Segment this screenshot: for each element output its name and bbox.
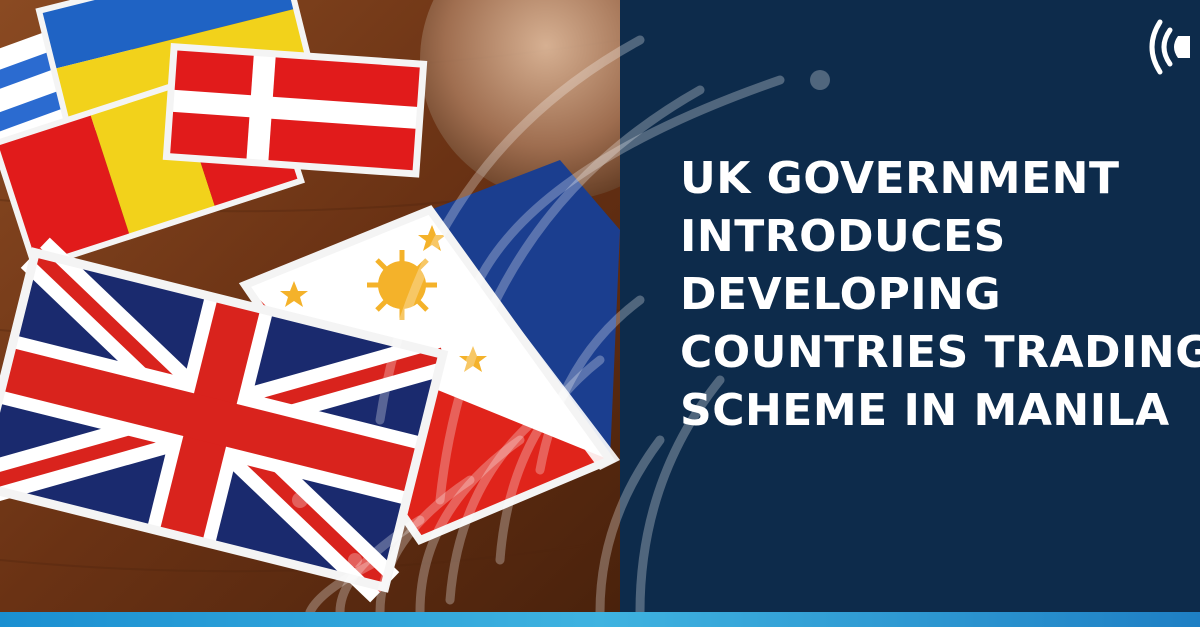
radio-waves-icon xyxy=(1149,19,1190,75)
headline-line-1: UK GOVERNMENT xyxy=(680,153,1120,204)
photo-illustration xyxy=(0,0,620,612)
headline-panel: UK GOVERNMENT INTRODUCES DEVELOPING COUN… xyxy=(620,0,1200,612)
headline-line-3: DEVELOPING xyxy=(680,269,1002,320)
accent-bar xyxy=(0,612,1200,627)
banner: UK GOVERNMENT INTRODUCES DEVELOPING COUN… xyxy=(0,0,1200,627)
headline-line-4: COUNTRIES TRADING xyxy=(680,327,1200,378)
headline-line-5: SCHEME IN MANILA xyxy=(680,385,1170,436)
denmark-flag-piece xyxy=(162,43,428,178)
flag-puzzle-photo xyxy=(0,0,620,612)
headline-line-2: INTRODUCES xyxy=(680,211,1006,262)
headline: UK GOVERNMENT INTRODUCES DEVELOPING COUN… xyxy=(680,150,1200,440)
